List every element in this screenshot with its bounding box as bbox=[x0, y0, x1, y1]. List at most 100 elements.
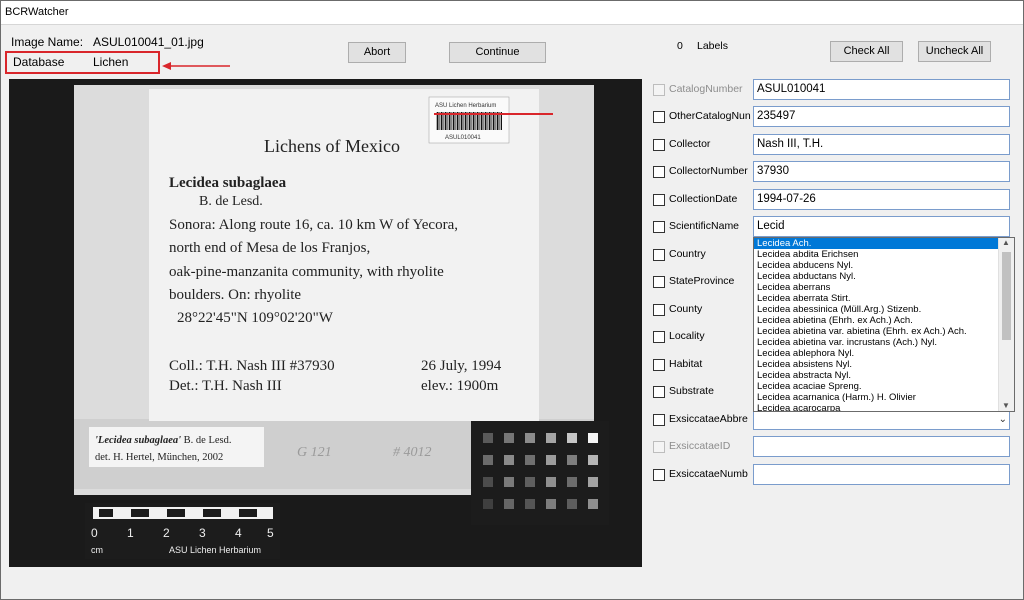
image-name-value: ASUL010041_01.jpg bbox=[93, 35, 204, 49]
autocomplete-item[interactable]: Lecidea abducens Nyl. bbox=[754, 260, 998, 271]
autocomplete-item[interactable]: Lecidea abietina var. incrustans (Ach.) … bbox=[754, 337, 998, 348]
exsiccatae-abbreviation-combo[interactable] bbox=[753, 409, 1010, 430]
other-catalog-number-input[interactable]: 235497 bbox=[753, 106, 1010, 127]
specimen-image-canvas: ASU Lichen Herbarium ASUL010041 Lichens … bbox=[74, 85, 609, 559]
uncheck-all-button[interactable]: Uncheck All bbox=[918, 41, 991, 62]
label-author: B. de Lesd. bbox=[199, 194, 263, 209]
catalog-number-input[interactable]: ASUL010041 bbox=[753, 79, 1010, 100]
autocomplete-item[interactable]: Lecidea abductans Nyl. bbox=[754, 271, 998, 282]
state-province-checkbox[interactable] bbox=[653, 276, 665, 288]
barcode-number: ASUL010041 bbox=[445, 135, 481, 141]
collection-date-input[interactable]: 1994-07-26 bbox=[753, 189, 1010, 210]
autocomplete-item[interactable]: Lecidea Ach. bbox=[754, 238, 998, 249]
scrollbar-thumb[interactable] bbox=[1002, 252, 1011, 340]
locality-checkbox[interactable] bbox=[653, 331, 665, 343]
scale-caption: ASU Lichen Herbarium bbox=[169, 545, 261, 555]
scale-number-3: 3 bbox=[199, 526, 206, 540]
window-title: BCRWatcher bbox=[5, 6, 69, 18]
field-catalog-number: CatalogNumber ASUL010041 bbox=[653, 79, 1013, 101]
autocomplete-item[interactable]: Lecidea abietina var. abietina (Ehrh. ex… bbox=[754, 326, 998, 337]
field-exsiccatae-abbreviation: ExsiccataeAbbre ⌄ bbox=[653, 409, 1013, 431]
database-value: Lichen bbox=[93, 55, 129, 69]
handwritten-note-1: G 121 bbox=[297, 445, 332, 460]
field-other-catalog-number: OtherCatalogNun 235497 bbox=[653, 106, 1013, 128]
abort-button[interactable]: Abort bbox=[348, 42, 406, 63]
collector-input[interactable]: Nash III, T.H. bbox=[753, 134, 1010, 155]
label-determiner: Det.: T.H. Nash III bbox=[169, 378, 282, 394]
scientific-name-label: ScientificName bbox=[669, 220, 740, 232]
field-exsiccatae-number: ExsiccataeNumb bbox=[653, 464, 1013, 486]
autocomplete-item[interactable]: Lecidea acarocarpa bbox=[754, 403, 998, 411]
red-arrow-icon bbox=[162, 62, 230, 70]
autocomplete-item[interactable]: Lecidea acarnanica (Harm.) H. Olivier bbox=[754, 392, 998, 403]
scale-number-4: 4 bbox=[235, 526, 242, 540]
scientific-name-autocomplete-list[interactable]: Lecidea Ach. Lecidea abdita Erichsen Lec… bbox=[753, 237, 1015, 412]
chevron-down-icon[interactable]: ⌄ bbox=[999, 414, 1007, 425]
field-scientific-name: ScientificName Lecid bbox=[653, 216, 1013, 238]
county-checkbox[interactable] bbox=[653, 304, 665, 316]
scroll-down-icon[interactable]: ▼ bbox=[1002, 401, 1010, 410]
other-catalog-number-checkbox[interactable] bbox=[653, 111, 665, 123]
autocomplete-item[interactable]: Lecidea acaciae Spreng. bbox=[754, 381, 998, 392]
scroll-up-icon[interactable]: ▲ bbox=[1002, 238, 1010, 247]
exsiccatae-number-checkbox[interactable] bbox=[653, 469, 665, 481]
exsiccatae-abbreviation-checkbox[interactable] bbox=[653, 414, 665, 426]
other-catalog-number-label: OtherCatalogNun bbox=[669, 110, 751, 122]
label-title: Lichens of Mexico bbox=[264, 136, 400, 156]
handwritten-note-2: # 4012 bbox=[393, 445, 432, 460]
substrate-label: Substrate bbox=[669, 385, 714, 397]
substrate-checkbox[interactable] bbox=[653, 386, 665, 398]
label-elevation: elev.: 1900m bbox=[421, 378, 499, 394]
locality-line-4: boulders. On: rhyolite bbox=[169, 287, 301, 303]
catalog-number-checkbox[interactable] bbox=[653, 84, 665, 96]
scale-unit: cm bbox=[91, 545, 103, 555]
scientific-name-input[interactable]: Lecid bbox=[753, 216, 1010, 237]
field-collector: Collector Nash III, T.H. bbox=[653, 134, 1013, 156]
exsiccatae-number-label: ExsiccataeNumb bbox=[669, 468, 748, 480]
field-collector-number: CollectorNumber 37930 bbox=[653, 161, 1013, 183]
title-bar: BCRWatcher bbox=[1, 1, 1023, 25]
annotation-det: det. H. Hertel, München, 2002 bbox=[95, 452, 223, 463]
autocomplete-item[interactable]: Lecidea aberrata Stirt. bbox=[754, 293, 998, 304]
specimen-image: ASU Lichen Herbarium ASUL010041 Lichens … bbox=[9, 79, 642, 567]
labels-count: 0 bbox=[677, 40, 683, 52]
collector-number-checkbox[interactable] bbox=[653, 166, 665, 178]
autocomplete-item[interactable]: Lecidea abstracta Nyl. bbox=[754, 370, 998, 381]
exsiccatae-id-label: ExsiccataeID bbox=[669, 440, 731, 452]
check-all-button[interactable]: Check All bbox=[830, 41, 903, 62]
autocomplete-item[interactable]: Lecidea abessinica (Müll.Arg.) Stizenb. bbox=[754, 304, 998, 315]
scale-number-2: 2 bbox=[163, 526, 170, 540]
scientific-name-checkbox[interactable] bbox=[653, 221, 665, 233]
exsiccatae-id-checkbox[interactable] bbox=[653, 441, 665, 453]
autocomplete-item[interactable]: Lecidea ablephora Nyl. bbox=[754, 348, 998, 359]
field-exsiccatae-id: ExsiccataeID bbox=[653, 436, 1013, 458]
label-collector: Coll.: T.H. Nash III #37930 bbox=[169, 358, 335, 374]
label-coordinates: 28°22'45"N 109°02'20"W bbox=[177, 310, 334, 326]
autocomplete-scrollbar[interactable]: ▲ ▼ bbox=[998, 238, 1014, 411]
scale-number-1: 1 bbox=[127, 526, 134, 540]
autocomplete-item[interactable]: Lecidea aberrans bbox=[754, 282, 998, 293]
field-collection-date: CollectionDate 1994-07-26 bbox=[653, 189, 1013, 211]
exsiccatae-id-input[interactable] bbox=[753, 436, 1010, 457]
exsiccatae-abbreviation-label: ExsiccataeAbbre bbox=[669, 413, 748, 425]
locality-label: Locality bbox=[669, 330, 705, 342]
autocomplete-item[interactable]: Lecidea abietina (Ehrh. ex Ach.) Ach. bbox=[754, 315, 998, 326]
autocomplete-item[interactable]: Lecidea abdita Erichsen bbox=[754, 249, 998, 260]
exsiccatae-number-input[interactable] bbox=[753, 464, 1010, 485]
habitat-checkbox[interactable] bbox=[653, 359, 665, 371]
collector-checkbox[interactable] bbox=[653, 139, 665, 151]
barcode-header: ASU Lichen Herbarium bbox=[435, 103, 496, 109]
collector-number-label: CollectorNumber bbox=[669, 165, 748, 177]
continue-button[interactable]: Continue bbox=[449, 42, 546, 63]
state-province-label: StateProvince bbox=[669, 275, 735, 287]
collection-date-label: CollectionDate bbox=[669, 193, 738, 205]
labels-text: Labels bbox=[697, 40, 728, 52]
autocomplete-item[interactable]: Lecidea absistens Nyl. bbox=[754, 359, 998, 370]
country-checkbox[interactable] bbox=[653, 249, 665, 261]
country-label: Country bbox=[669, 248, 706, 260]
collector-number-input[interactable]: 37930 bbox=[753, 161, 1010, 182]
collector-label: Collector bbox=[669, 138, 711, 150]
app-window: BCRWatcher Image Name: ASUL010041_01.jpg… bbox=[0, 0, 1024, 600]
annotation-taxon: 'Lecidea subaglaea' B. de Lesd. bbox=[95, 435, 231, 446]
collection-date-checkbox[interactable] bbox=[653, 194, 665, 206]
